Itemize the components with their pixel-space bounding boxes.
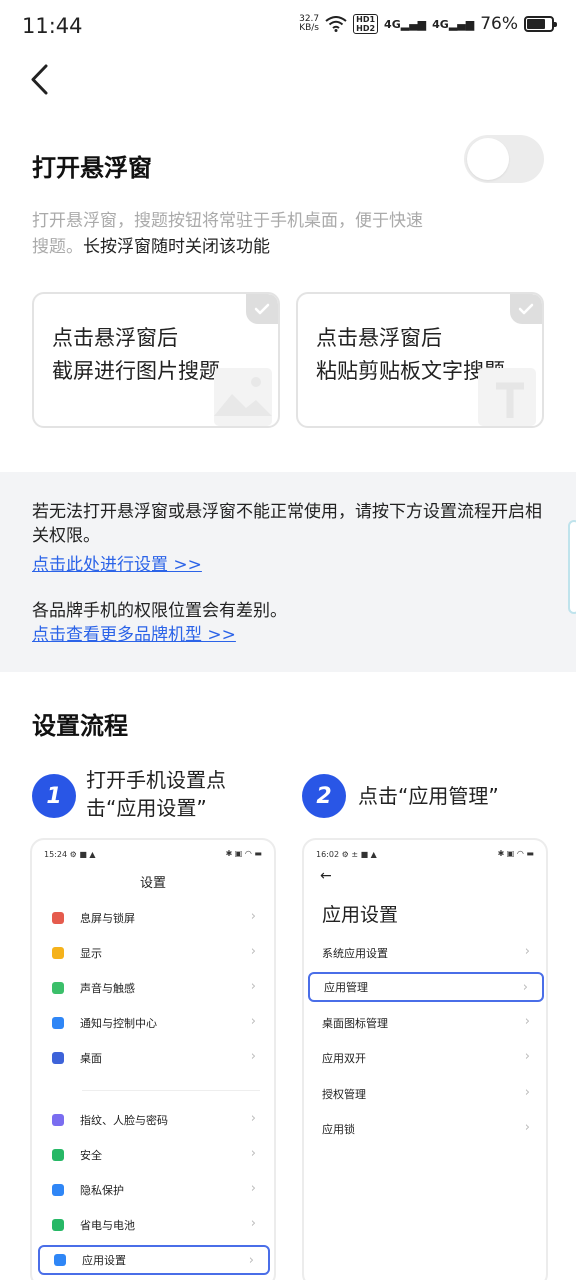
check-icon (510, 294, 542, 324)
app-settings-row-label: 桌面图标管理 (322, 1017, 388, 1030)
status-time: 11:44 (22, 14, 83, 38)
chevron-right-icon: › (250, 1146, 256, 1161)
app-settings-row-label: 应用双开 (322, 1052, 366, 1065)
phone-mockup-app-settings: 16:02 ⚙ ± ■ ▲ ✱ ▣ ◠ ▬ ← 应用设置 系统应用设置 › 应用管理… (302, 838, 548, 1280)
settings-row-icon (52, 1219, 64, 1231)
permission-panel: 若无法打开悬浮窗或悬浮窗不能正常使用，请按下方设置流程开启相关权限。 点击此处进… (0, 472, 576, 672)
floating-window-title: 打开悬浮窗 (32, 154, 152, 182)
chevron-right-icon: › (524, 1085, 530, 1100)
step-1-badge: 1 (32, 774, 76, 818)
app-settings-row-label: 系统应用设置 (322, 947, 388, 960)
settings-row: 声音与触感 › (38, 973, 270, 1003)
settings-row: 通知与控制中心 › (38, 1008, 270, 1038)
flow-title: 设置流程 (32, 712, 128, 740)
app-settings-row-label: 授权管理 (322, 1088, 366, 1101)
app-settings-row: 应用锁 › (308, 1114, 544, 1144)
hd-badge: HD1 HD2 (353, 14, 379, 34)
settings-row-icon (52, 1114, 64, 1126)
settings-row: 隐私保护 › (38, 1175, 270, 1205)
app-settings-row: 应用双开 › (308, 1043, 544, 1073)
app-settings-row: 桌面图标管理 › (308, 1008, 544, 1038)
wifi-icon (325, 16, 347, 32)
settings-row: 安全 › (38, 1140, 270, 1170)
settings-row-label: 安全 (80, 1149, 102, 1162)
net-speed: 32.7 KB/s (299, 14, 320, 33)
step-2-text: 点击“应用管理” (358, 784, 499, 808)
settings-row-label: 隐私保护 (80, 1184, 124, 1197)
settings-row-icon (52, 1184, 64, 1196)
settings-row: 指纹、人脸与密码 › (38, 1105, 270, 1135)
floating-window-toggle[interactable] (464, 135, 544, 183)
signal-4g-2: 4G▂▄▆ (432, 17, 475, 31)
arrow-left-icon: ← (320, 868, 332, 884)
app-settings-row: 系统应用设置 › (308, 938, 544, 968)
chevron-left-icon (31, 64, 48, 95)
mode-card-clipboard[interactable]: 点击悬浮窗后 粘贴剪贴板文字搜题 (296, 292, 544, 428)
setup-link[interactable]: 点击此处进行设置 >> (32, 550, 202, 575)
settings-row-label: 息屏与锁屏 (80, 912, 135, 925)
battery-percent: 76% (480, 14, 518, 34)
settings-row: 省电与电池 › (38, 1210, 270, 1240)
settings-row-label: 通知与控制中心 (80, 1017, 157, 1030)
settings-row-icon (54, 1254, 66, 1266)
settings-row-label: 省电与电池 (80, 1219, 135, 1232)
settings-row-label: 声音与触感 (80, 982, 135, 995)
chevron-right-icon: › (250, 979, 256, 994)
status-bar: 11:44 32.7 KB/s HD1 HD2 4G▂▄▆ 4G▂▄▆ 76% (0, 0, 576, 54)
chevron-right-icon: › (522, 980, 528, 995)
app-settings-title: 应用设置 (322, 904, 399, 926)
settings-row-icon (52, 1052, 64, 1064)
chevron-right-icon: › (250, 944, 256, 959)
chevron-right-icon: › (524, 1049, 530, 1064)
chevron-right-icon: › (524, 944, 530, 959)
chevron-right-icon: › (250, 909, 256, 924)
toggle-knob (467, 138, 509, 180)
app-settings-row-label: 应用锁 (322, 1123, 355, 1136)
floating-description: 打开悬浮窗，搜题按钮将常驻于手机桌面，便于快速搜题。长按浮窗随时关闭该功能 (32, 211, 423, 257)
settings-row-icon (52, 1149, 64, 1161)
settings-row-icon (52, 1017, 64, 1029)
permission-text: 若无法打开悬浮窗或悬浮窗不能正常使用，请按下方设置流程开启相关权限。 (32, 502, 542, 546)
step-2-badge: 2 (302, 774, 346, 818)
app-settings-row: 授权管理 › (308, 1079, 544, 1109)
settings-row-icon (52, 982, 64, 994)
chevron-right-icon: › (250, 1049, 256, 1064)
step-1-text: 打开手机设置点击“应用设置” (86, 768, 226, 820)
chevron-right-icon: › (524, 1014, 530, 1029)
divider (82, 1090, 260, 1091)
chevron-right-icon: › (250, 1216, 256, 1231)
settings-row-icon (52, 947, 64, 959)
settings-row: 桌面 › (38, 1043, 270, 1073)
floating-edge-handle[interactable] (568, 520, 576, 614)
chevron-right-icon: › (250, 1111, 256, 1126)
settings-row: 息屏与锁屏 › (38, 903, 270, 933)
settings-row-label: 桌面 (80, 1052, 102, 1065)
settings-row-label: 显示 (80, 947, 102, 960)
image-icon (214, 368, 272, 426)
back-button[interactable] (26, 60, 66, 100)
settings-row: 应用设置 › (38, 1245, 270, 1275)
text-icon (478, 368, 536, 426)
more-brands-link[interactable]: 点击查看更多品牌机型 >> (32, 620, 236, 645)
settings-row: 显示 › (38, 938, 270, 968)
chevron-right-icon: › (248, 1253, 254, 1268)
chevron-right-icon: › (250, 1014, 256, 1029)
mode-card-screenshot[interactable]: 点击悬浮窗后 截屏进行图片搜题 (32, 292, 280, 428)
phone-mockup-settings: 15:24 ⚙ ■ ▲ ✱ ▣ ◠ ▬ 设置 息屏与锁屏 › 显示 › 声音与触感 › 通知… (30, 838, 276, 1280)
check-icon (246, 294, 278, 324)
app-settings-row-label: 应用管理 (324, 981, 368, 994)
settings-title: 设置 (139, 876, 166, 891)
settings-row-label: 指纹、人脸与密码 (80, 1114, 168, 1127)
chevron-right-icon: › (250, 1181, 256, 1196)
status-icons: 32.7 KB/s HD1 HD2 4G▂▄▆ 4G▂▄▆ 76% (299, 14, 557, 34)
settings-row-icon (52, 912, 64, 924)
settings-row-label: 应用设置 (82, 1254, 126, 1267)
chevron-right-icon: › (524, 1120, 530, 1135)
signal-4g-1: 4G▂▄▆ (384, 17, 427, 31)
battery-icon (524, 16, 557, 32)
brand-note: 各品牌手机的权限位置会有差别。 (32, 601, 287, 621)
app-settings-row: 应用管理 › (308, 972, 544, 1002)
